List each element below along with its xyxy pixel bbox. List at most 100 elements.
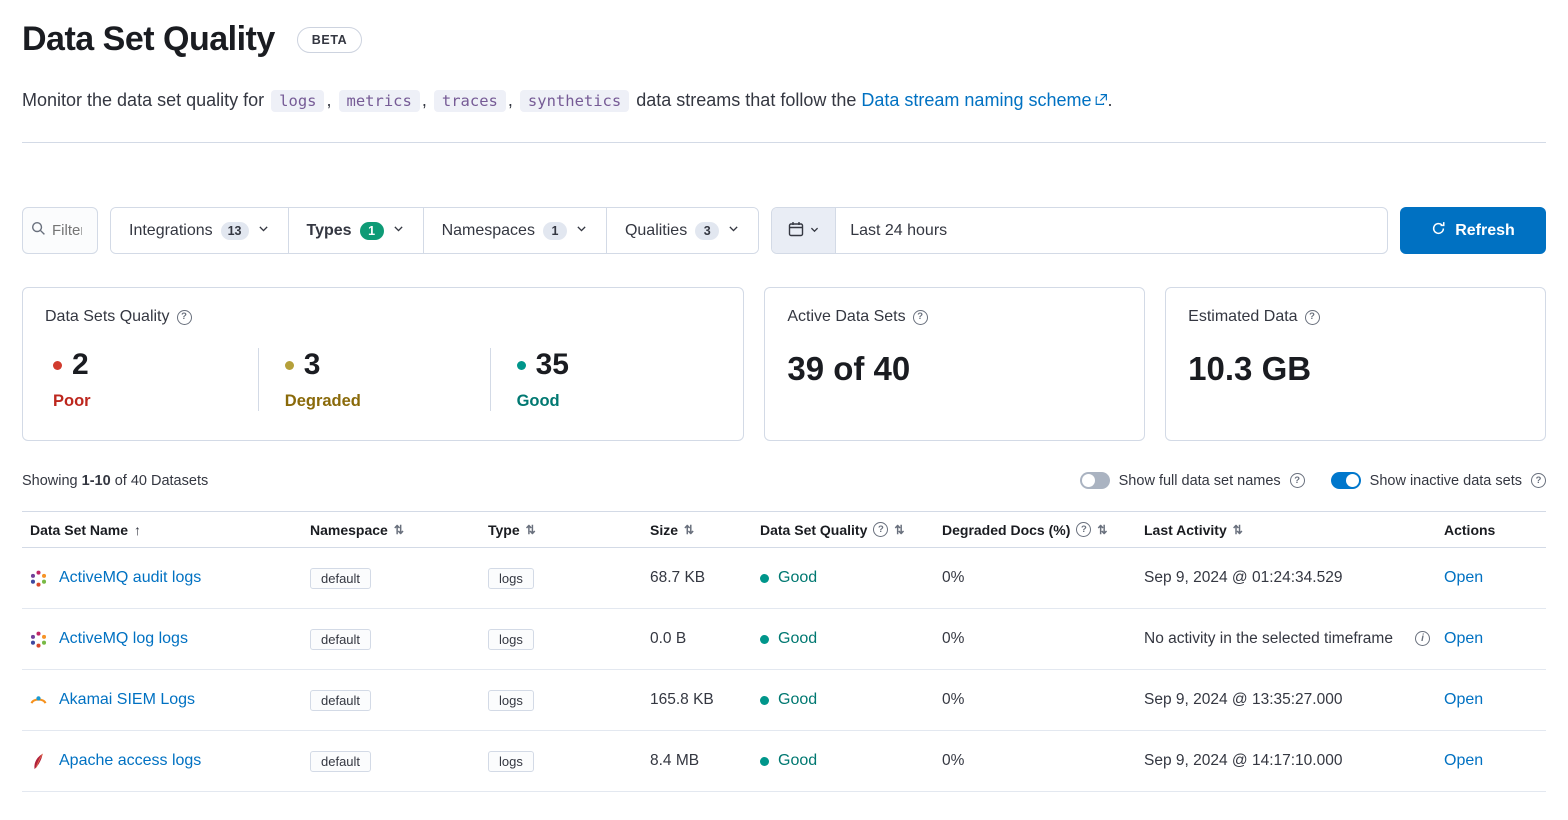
card-title-text: Estimated Data xyxy=(1188,308,1297,326)
table-row: ActiveMQ audit logs default logs 68.7 KB… xyxy=(22,548,1546,609)
column-header-size[interactable]: Size⇅ xyxy=(650,522,760,538)
last-activity-value: Sep 9, 2024 @ 14:17:10.000 xyxy=(1144,752,1444,770)
card-title: Active Data Sets ? xyxy=(787,308,1122,326)
search-icon xyxy=(31,221,46,241)
chevron-down-icon xyxy=(809,223,820,238)
date-picker: Last 24 hours xyxy=(771,207,1388,254)
dataset-link[interactable]: ActiveMQ audit logs xyxy=(59,569,201,587)
last-activity-value: Sep 9, 2024 @ 01:24:34.529 xyxy=(1144,569,1444,587)
search-input[interactable] xyxy=(52,222,82,239)
toggle-label: Show full data set names xyxy=(1119,473,1281,489)
table-row: Akamai SIEM Logs default logs 165.8 KB G… xyxy=(22,670,1546,731)
good-stat: 35 Good xyxy=(490,348,722,411)
column-header-namespace[interactable]: Namespace⇅ xyxy=(310,522,488,538)
show-inactive-toggle[interactable] xyxy=(1331,472,1361,489)
column-label: Last Activity xyxy=(1144,522,1227,538)
dataset-quality-page: Data Set Quality BETA Monitor the data s… xyxy=(0,0,1568,792)
info-circle-icon: i xyxy=(1415,631,1430,646)
external-link-icon xyxy=(1095,85,1108,115)
datasets-quality-card: Data Sets Quality ? 2 Poor 3 Degraded 35… xyxy=(22,287,744,441)
sort-icon: ⇅ xyxy=(394,523,404,537)
filter-types-button[interactable]: Types 1 xyxy=(288,208,423,253)
size-value: 0.0 B xyxy=(650,630,760,648)
code-badge-traces: traces xyxy=(434,90,506,112)
sort-icon: ⇅ xyxy=(1233,523,1243,537)
type-badge: logs xyxy=(488,751,534,772)
size-value: 165.8 KB xyxy=(650,691,760,709)
apache-icon xyxy=(30,753,47,770)
active-datasets-card: Active Data Sets ? 39 of 40 xyxy=(764,287,1145,441)
column-header-name[interactable]: Data Set Name↑ xyxy=(22,522,310,538)
quality-stats: 2 Poor 3 Degraded 35 Good xyxy=(45,348,721,411)
code-badge-metrics: metrics xyxy=(339,90,420,112)
column-header-type[interactable]: Type⇅ xyxy=(488,522,650,538)
degraded-docs-value: 0% xyxy=(942,691,1144,709)
sort-icon: ⇅ xyxy=(526,523,536,537)
estimated-data-value: 10.3 GB xyxy=(1188,350,1523,388)
table-meta-row: Showing 1-10 of 40 Datasets Show full da… xyxy=(22,472,1546,489)
dataset-link[interactable]: ActiveMQ log logs xyxy=(59,630,188,648)
page-header: Data Set Quality BETA xyxy=(22,20,1546,59)
filter-button-group: Integrations 13 Types 1 Namespaces 1 Qua… xyxy=(110,207,759,254)
good-dot-icon xyxy=(760,757,769,766)
header-divider xyxy=(22,142,1546,143)
filter-bar: Integrations 13 Types 1 Namespaces 1 Qua… xyxy=(22,207,1546,254)
filter-integrations-button[interactable]: Integrations 13 xyxy=(111,208,288,253)
code-badge-synthetics: synthetics xyxy=(520,90,629,112)
filter-label: Namespaces xyxy=(442,222,535,240)
page-title: Data Set Quality xyxy=(22,20,275,59)
chevron-down-icon xyxy=(727,222,740,240)
quality-value: Good xyxy=(778,630,817,648)
filter-label: Types xyxy=(307,222,352,240)
time-range-display[interactable]: Last 24 hours xyxy=(836,208,947,253)
open-action-link[interactable]: Open xyxy=(1444,691,1483,709)
description-text: Monitor the data set quality for xyxy=(22,90,264,110)
question-circle-icon: ? xyxy=(1076,522,1091,537)
column-header-degraded[interactable]: Degraded Docs (%)?⇅ xyxy=(942,522,1144,538)
link-text: Data stream naming scheme xyxy=(861,90,1091,110)
quality-value: Good xyxy=(778,569,817,587)
naming-scheme-link[interactable]: Data stream naming scheme xyxy=(861,90,1107,110)
show-full-names-toggle[interactable] xyxy=(1080,472,1110,489)
quality-value: Good xyxy=(778,691,817,709)
filter-qualities-button[interactable]: Qualities 3 xyxy=(606,208,758,253)
date-quick-select-button[interactable] xyxy=(772,208,836,253)
quality-value: Good xyxy=(778,752,817,770)
question-circle-icon: ? xyxy=(1290,473,1305,488)
dataset-link[interactable]: Apache access logs xyxy=(59,752,201,770)
column-label: Size xyxy=(650,522,678,538)
separator: , xyxy=(422,90,427,110)
open-action-link[interactable]: Open xyxy=(1444,630,1483,648)
showing-prefix: Showing xyxy=(22,473,78,489)
sort-ascending-icon: ↑ xyxy=(134,522,141,538)
open-action-link[interactable]: Open xyxy=(1444,569,1483,587)
column-header-activity[interactable]: Last Activity ⇅ xyxy=(1144,522,1444,538)
integrations-count-badge: 13 xyxy=(221,222,249,240)
search-box[interactable] xyxy=(22,207,98,254)
degraded-docs-value: 0% xyxy=(942,630,1144,648)
qualities-count-badge: 3 xyxy=(695,222,719,240)
question-circle-icon: ? xyxy=(913,310,928,325)
namespaces-count-badge: 1 xyxy=(543,222,567,240)
namespace-badge: default xyxy=(310,568,371,589)
show-inactive-toggle-group: Show inactive data sets ? xyxy=(1331,472,1546,489)
column-header-quality[interactable]: Data Set Quality?⇅ xyxy=(760,522,942,538)
degraded-docs-value: 0% xyxy=(942,752,1144,770)
poor-dot-icon xyxy=(53,361,62,370)
good-dot-icon xyxy=(760,635,769,644)
degraded-dot-icon xyxy=(285,361,294,370)
dataset-link[interactable]: Akamai SIEM Logs xyxy=(59,691,195,709)
good-dot-icon xyxy=(760,696,769,705)
column-label: Degraded Docs (%) xyxy=(942,522,1070,538)
card-title-text: Data Sets Quality xyxy=(45,308,170,326)
code-badge-logs: logs xyxy=(271,90,324,112)
table-header: Data Set Name↑ Namespace⇅ Type⇅ Size⇅ Da… xyxy=(22,511,1546,548)
degraded-docs-value: 0% xyxy=(942,569,1144,587)
open-action-link[interactable]: Open xyxy=(1444,752,1483,770)
type-badge: logs xyxy=(488,629,534,650)
types-count-badge: 1 xyxy=(360,222,384,240)
filter-namespaces-button[interactable]: Namespaces 1 xyxy=(423,208,606,253)
refresh-button[interactable]: Refresh xyxy=(1400,207,1546,254)
card-title: Estimated Data ? xyxy=(1188,308,1523,326)
column-label: Data Set Quality xyxy=(760,522,867,538)
